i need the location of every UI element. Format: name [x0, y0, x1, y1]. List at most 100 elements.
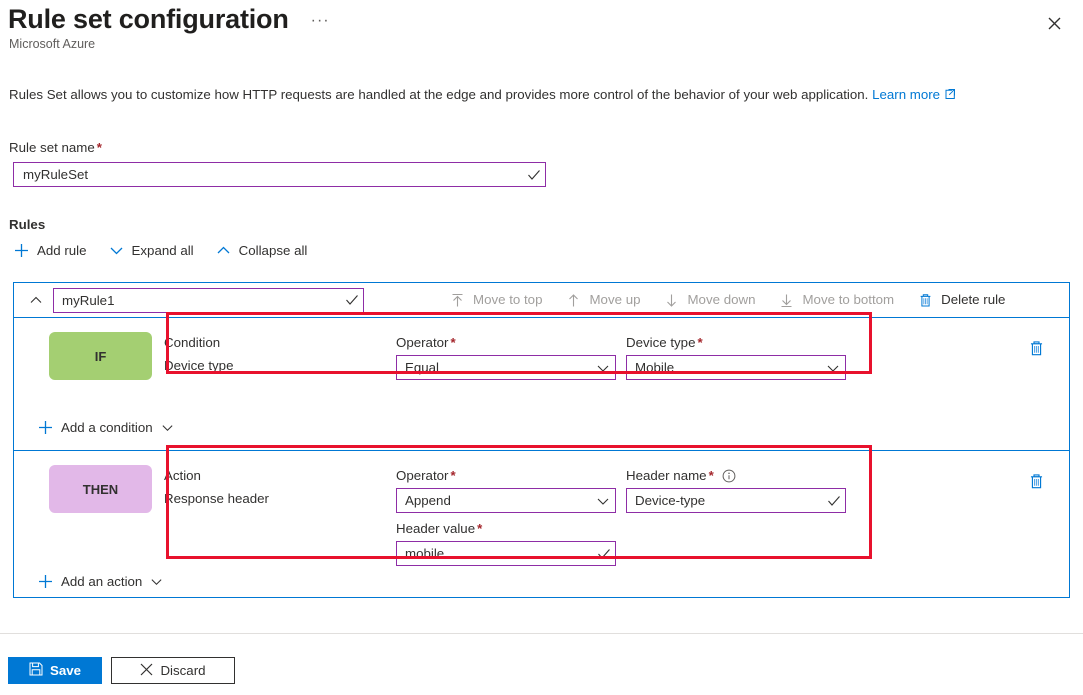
delete-rule-label: Delete rule: [941, 293, 1005, 306]
collapse-all-button[interactable]: Collapse all: [216, 243, 308, 258]
then-clause-columns: Action Response header Operator* Append: [164, 465, 856, 564]
description-text: Rules Set allows you to customize how HT…: [9, 87, 868, 102]
condition-type-value: Device type: [164, 358, 396, 373]
blade-subtitle: Microsoft Azure: [9, 37, 95, 51]
move-to-bottom-icon: [779, 293, 794, 308]
action-type-value: Response header: [164, 491, 396, 506]
rule-name-input[interactable]: [54, 289, 341, 312]
header-name-input[interactable]: [627, 489, 823, 512]
blade-description: Rules Set allows you to customize how HT…: [9, 86, 1069, 105]
blade-title-row: Rule set configuration ···: [8, 4, 330, 35]
rule-name-field[interactable]: [53, 288, 364, 313]
delete-condition-button[interactable]: [1028, 340, 1045, 357]
action-description-column: Action Response header: [164, 468, 396, 564]
if-device-type-value: Mobile: [627, 360, 821, 375]
footer-divider: [0, 633, 1083, 634]
then-operator-value: Append: [397, 493, 591, 508]
trash-icon: [1028, 340, 1045, 357]
rule-set-configuration-blade: Rule set configuration ··· Microsoft Azu…: [0, 0, 1083, 695]
then-operator-label: Operator*: [396, 468, 626, 483]
save-label: Save: [50, 663, 81, 678]
save-button[interactable]: Save: [8, 657, 102, 684]
trash-icon: [918, 293, 933, 308]
required-indicator: *: [450, 335, 455, 350]
header-value-label-text: Header value: [396, 521, 475, 536]
required-indicator: *: [477, 521, 482, 536]
if-operator-column: Operator* Equal: [396, 335, 626, 412]
add-rule-label: Add rule: [37, 244, 87, 257]
then-operator-column: Operator* Append Header value*: [396, 468, 626, 564]
page-title: Rule set configuration: [8, 4, 289, 35]
learn-more-link[interactable]: Learn more: [872, 87, 956, 102]
rule-header-row: Move to top Move up Move down: [14, 283, 1069, 318]
info-icon[interactable]: [722, 469, 736, 483]
if-operator-dropdown[interactable]: Equal: [396, 355, 616, 380]
expand-all-button[interactable]: Expand all: [109, 243, 194, 258]
add-rule-button[interactable]: Add rule: [14, 243, 87, 258]
header-name-field[interactable]: [626, 488, 846, 513]
header-value-field[interactable]: [396, 541, 616, 566]
checkmark-icon: [341, 293, 363, 307]
if-device-type-label: Device type*: [626, 335, 856, 350]
close-button[interactable]: [1039, 8, 1069, 38]
move-down-button[interactable]: Move down: [664, 293, 755, 308]
rule-collapse-icon[interactable]: [24, 293, 48, 307]
add-condition-row: Add a condition: [14, 412, 1069, 450]
if-operator-value: Equal: [397, 360, 591, 375]
delete-rule-button[interactable]: Delete rule: [918, 293, 1005, 308]
discard-icon: [140, 663, 153, 679]
add-an-action-button[interactable]: Add an action: [38, 574, 163, 589]
move-to-top-button[interactable]: Move to top: [450, 293, 542, 308]
rule-set-name-input[interactable]: [14, 163, 523, 186]
chevron-down-icon: [109, 243, 124, 258]
chevron-down-icon: [150, 575, 163, 588]
delete-action-button[interactable]: [1028, 473, 1045, 490]
plus-icon: [38, 574, 53, 589]
if-device-type-column: Device type* Mobile: [626, 335, 856, 412]
required-indicator: *: [709, 468, 714, 483]
arrow-up-icon: [566, 293, 581, 308]
rule-set-name-label-text: Rule set name: [9, 140, 95, 155]
move-down-label: Move down: [687, 293, 755, 306]
move-up-label: Move up: [589, 293, 640, 306]
expand-all-label: Expand all: [132, 244, 194, 257]
condition-description-column: Condition Device type: [164, 335, 396, 412]
move-up-button[interactable]: Move up: [566, 293, 640, 308]
header-value-label: Header value*: [396, 521, 626, 536]
condition-column-title: Condition: [164, 335, 396, 350]
checkmark-icon: [523, 168, 545, 182]
checkmark-icon: [593, 547, 615, 561]
rule-set-name-field[interactable]: [13, 162, 546, 187]
chevron-down-icon: [161, 421, 174, 434]
more-options-icon[interactable]: ···: [311, 13, 330, 29]
then-clause-row: THEN Action Response header Operator* Ap…: [14, 451, 1069, 564]
header-name-label: Header name*: [626, 468, 856, 483]
if-operator-label-text: Operator: [396, 335, 448, 350]
if-clause-columns: Condition Device type Operator* Equal: [164, 332, 856, 412]
close-icon: [1048, 17, 1061, 30]
discard-label: Discard: [160, 663, 205, 678]
required-indicator: *: [697, 335, 702, 350]
chevron-down-icon: [591, 361, 615, 375]
rules-toolbar: Add rule Expand all Collapse all: [14, 243, 307, 258]
add-action-row: Add an action: [14, 564, 1069, 604]
footer-actions: Save Discard: [8, 657, 235, 684]
move-to-bottom-button[interactable]: Move to bottom: [779, 293, 894, 308]
if-device-type-label-text: Device type: [626, 335, 695, 350]
rule-command-bar: Move to top Move up Move down: [450, 293, 1005, 308]
required-indicator: *: [97, 140, 102, 155]
if-device-type-dropdown[interactable]: Mobile: [626, 355, 846, 380]
chevron-up-icon: [216, 243, 231, 258]
required-indicator: *: [450, 468, 455, 483]
header-value-input[interactable]: [397, 542, 593, 565]
rule-set-name-label: Rule set name*: [9, 140, 102, 155]
add-a-condition-button[interactable]: Add a condition: [38, 420, 174, 435]
then-operator-dropdown[interactable]: Append: [396, 488, 616, 513]
action-column-title: Action: [164, 468, 396, 483]
then-badge: THEN: [49, 465, 152, 513]
then-operator-label-text: Operator: [396, 468, 448, 483]
header-name-label-text: Header name: [626, 468, 707, 483]
discard-button[interactable]: Discard: [111, 657, 235, 684]
plus-icon: [38, 420, 53, 435]
rules-section-heading: Rules: [9, 217, 45, 232]
